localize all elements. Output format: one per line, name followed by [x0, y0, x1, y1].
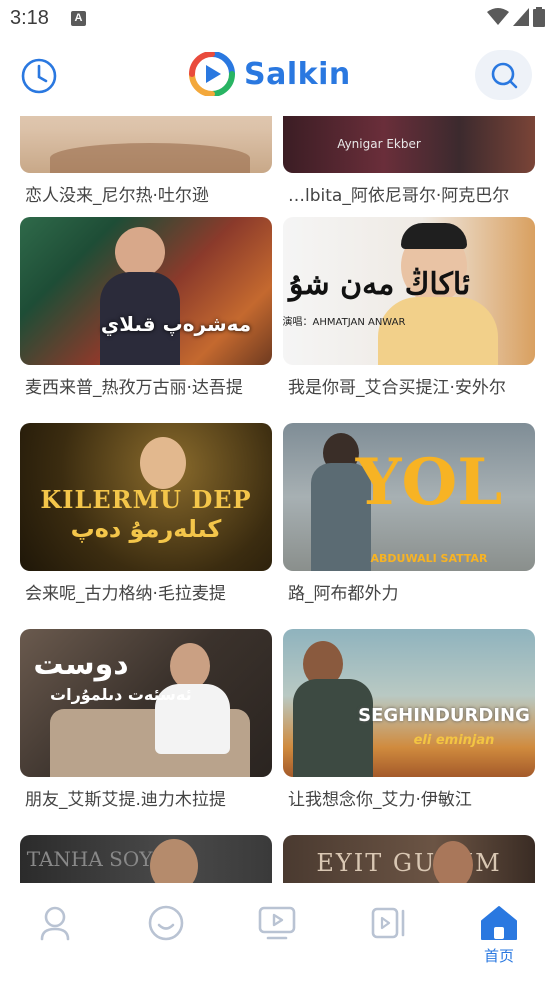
nav-video[interactable] [237, 883, 317, 973]
clip-icon [371, 907, 405, 939]
nav-shorts[interactable] [348, 883, 428, 973]
video-card[interactable]: YOL ABDUWALI SATTAR 路_阿布都外力 [283, 423, 535, 604]
video-title: 会来呢_古力格纳·毛拉麦提 [25, 584, 226, 604]
video-title: …lbita_阿依尼哥尔·阿克巴尔 [288, 186, 510, 206]
video-title: 麦西来普_热孜万古丽·达吾提 [25, 378, 243, 398]
clock-icon [21, 58, 57, 94]
video-card[interactable]: EYIT GULUM [283, 835, 535, 883]
video-thumbnail[interactable]: SEGHINDURDING eli eminjan [283, 629, 535, 777]
video-thumbnail[interactable]: مەشرەپ قىلاي [20, 217, 272, 365]
video-title: 我是你哥_艾合买提江·安外尔 [288, 378, 506, 398]
video-thumbnail[interactable]: ئاكاڭ مەن شۇ 演唱：AHMATJAN ANWAR [283, 217, 535, 365]
video-card[interactable]: TANHA SOYGU [20, 835, 272, 883]
video-card[interactable]: ئاكاڭ مەن شۇ 演唱：AHMATJAN ANWAR 我是你哥_艾合买提… [283, 217, 535, 398]
video-thumbnail[interactable]: EYIT GULUM [283, 835, 535, 883]
play-screen-icon [258, 906, 296, 940]
signal-icon [513, 8, 529, 26]
video-overlay-text: مەشرەپ قىلاي [100, 312, 252, 336]
arabic-title-art: ئاكاڭ مەن شۇ [289, 267, 471, 302]
video-card[interactable]: دوست ئەسئەت دىلمۇرات 朋友_艾斯艾提.迪力木拉提 [20, 629, 272, 810]
status-icons [487, 7, 545, 27]
video-overlay-subtext: ABDUWALI SATTAR [370, 552, 488, 565]
video-overlay-subtext: eli eminjan [413, 733, 495, 748]
search-icon [491, 62, 517, 89]
nav-emoji[interactable] [126, 883, 206, 973]
video-thumbnail[interactable]: دوست ئەسئەت دىلمۇرات [20, 629, 272, 777]
battery-icon [533, 7, 545, 27]
status-bar: 3:18 A [0, 0, 553, 38]
video-overlay-text: KILERMU DEP [40, 485, 252, 514]
nav-home[interactable]: 首页 [459, 883, 539, 973]
video-card[interactable]: SEGHINDURDING eli eminjan 让我想念你_艾力·伊敏江 [283, 629, 535, 810]
video-overlay-text: Aynigar Ekber [337, 137, 421, 151]
nav-profile[interactable] [15, 883, 95, 973]
app-name: Salkin [244, 56, 351, 92]
video-overlay-text: EYIT GULUM [316, 849, 502, 877]
bottom-navigation: 首页 [0, 883, 553, 983]
video-overlay-text: TANHA SOYGU [26, 847, 186, 871]
video-overlay-text: 演唱：AHMATJAN ANWAR [283, 317, 406, 328]
notification-icon: A [71, 11, 86, 26]
status-time: 3:18 [10, 7, 49, 29]
search-button[interactable] [475, 50, 532, 100]
arabic-title-art: كىلەرمۇ دەپ [70, 515, 222, 543]
video-feed[interactable]: 恋人没来_尼尔热·吐尔逊 Aynigar Ekber …lbita_阿依尼哥尔·… [0, 116, 553, 883]
video-thumbnail[interactable]: Aynigar Ekber [283, 116, 535, 173]
video-title: 路_阿布都外力 [288, 584, 399, 604]
video-thumbnail[interactable] [20, 116, 272, 173]
video-card[interactable]: KILERMU DEP كىلەرمۇ دەپ 会来呢_古力格纳·毛拉麦提 [20, 423, 272, 604]
video-thumbnail[interactable]: TANHA SOYGU [20, 835, 272, 883]
video-overlay-text: دوست [33, 647, 129, 682]
video-thumbnail[interactable]: KILERMU DEP كىلەرمۇ دەپ [20, 423, 272, 571]
video-title: 让我想念你_艾力·伊敏江 [288, 790, 472, 810]
video-overlay-text: SEGHINDURDING [358, 705, 530, 726]
app-logo: Salkin [188, 52, 351, 96]
app-header: Salkin [0, 38, 553, 116]
history-button[interactable] [19, 56, 59, 96]
nav-home-label: 首页 [483, 947, 514, 965]
video-title: 朋友_艾斯艾提.迪力木拉提 [25, 790, 226, 810]
wifi-icon [487, 8, 509, 25]
arabic-title-art: ئەسئەت دىلمۇرات [50, 685, 192, 704]
video-overlay-text: YOL [355, 445, 503, 520]
logo-icon [189, 52, 235, 96]
video-card[interactable]: 恋人没来_尼尔热·吐尔逊 [20, 116, 272, 206]
video-card[interactable]: مەشرەپ قىلاي 麦西来普_热孜万古丽·达吾提 [20, 217, 272, 398]
home-icon [481, 906, 517, 940]
person-icon [40, 906, 70, 941]
video-thumbnail[interactable]: YOL ABDUWALI SATTAR [283, 423, 535, 571]
smile-icon [148, 905, 184, 941]
video-card[interactable]: Aynigar Ekber …lbita_阿依尼哥尔·阿克巴尔 [283, 116, 535, 206]
video-title: 恋人没来_尼尔热·吐尔逊 [25, 186, 209, 206]
